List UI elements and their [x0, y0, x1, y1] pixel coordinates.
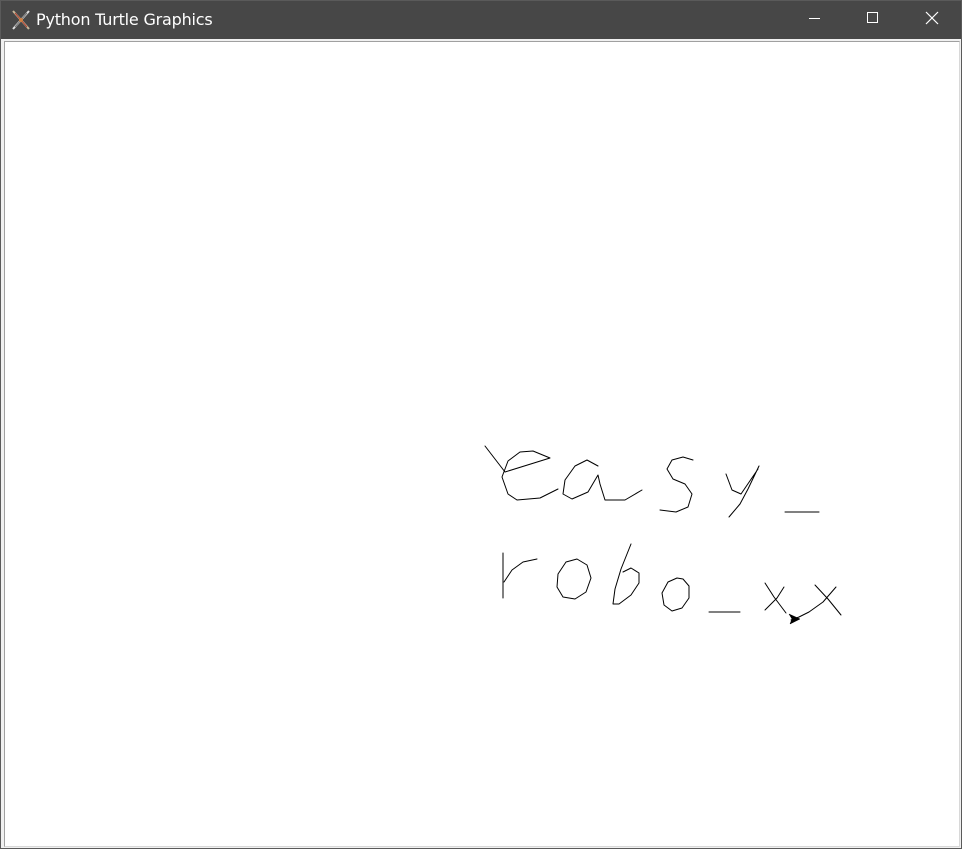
close-button[interactable] [903, 1, 961, 39]
stroke-letter-x-2 [790, 584, 842, 621]
stroke-letter-s [659, 456, 694, 513]
stroke-letter-o-1 [556, 558, 592, 600]
turtle-canvas[interactable] [4, 41, 960, 847]
arrow-cursor-icon [788, 613, 801, 625]
minimize-button[interactable] [786, 1, 844, 39]
stroke-letter-a [562, 459, 643, 501]
maximize-button[interactable] [844, 1, 902, 39]
stroke-letter-e [484, 445, 559, 501]
stroke-letter-o-2 [661, 577, 690, 612]
stroke-letter-r [502, 552, 538, 599]
title-bar[interactable]: Python Turtle Graphics [1, 1, 961, 39]
minimize-icon [809, 11, 821, 29]
turtle-window: Python Turtle Graphics [0, 0, 962, 849]
stroke-letter-b [612, 543, 640, 605]
stroke-letter-x-1 [764, 582, 787, 614]
drawing-surface [484, 445, 842, 625]
stroke-letter-y [725, 465, 760, 518]
turtle-feather-icon [10, 9, 32, 31]
maximize-icon [867, 11, 879, 29]
close-icon [925, 11, 939, 30]
window-title: Python Turtle Graphics [36, 10, 213, 29]
